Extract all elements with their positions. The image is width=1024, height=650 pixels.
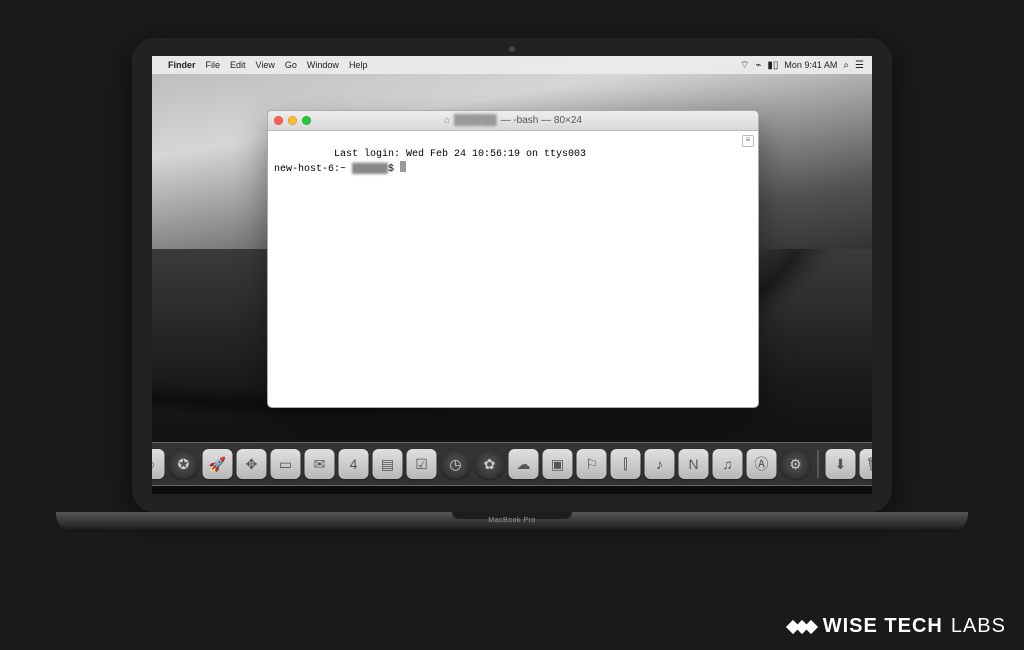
spotlight-icon[interactable]: ⌕ [843,60,849,71]
desktop[interactable]: Finder File Edit View Go Window Help ⌔ ⌁… [152,56,872,494]
dock-app-photos[interactable]: ✿ [475,449,505,479]
dock-app-finder[interactable]: ☺ [152,449,165,479]
terminal-prompt-suffix: $ [388,164,400,175]
watermark-brand-thin: LABS [951,615,1006,638]
terminal-title-user-blurred: ██████ [454,115,497,126]
dock-app-stocks[interactable]: ⫿ [611,449,641,479]
terminal-prompt-user-blurred: ██████ [352,164,388,175]
terminal-last-login: Last login: Wed Feb 24 10:56:19 on ttys0… [334,149,586,160]
battery-icon[interactable]: ▮▯ [767,60,778,71]
dock-app-music[interactable]: ♫ [713,449,743,479]
dock-app-mail[interactable]: ✉ [305,449,335,479]
terminal-titlebar[interactable]: ⌂ ██████ — -bash — 80×24 [268,111,758,131]
dock-app-messages[interactable]: ☁ [509,449,539,479]
window-traffic-lights [274,116,311,125]
macbook-label: MacBook Pro [488,517,536,524]
home-icon: ⌂ [444,115,450,126]
dock-app-appstore[interactable]: Ⓐ [747,449,777,479]
menubar-clock[interactable]: Mon 9:41 AM [784,60,837,70]
dock-app-preferences[interactable]: ⚙ [781,449,811,479]
menu-edit[interactable]: Edit [230,60,246,70]
laptop-base: MacBook Pro [56,512,968,532]
dock-app-clock[interactable]: ◷ [441,449,471,479]
dock-app-facetime[interactable]: ▣ [543,449,573,479]
dock-app-news[interactable]: N [679,449,709,479]
dock: ☺✪🚀✥▭✉4▤☑◷✿☁▣⚐⫿♪N♫Ⓐ⚙ ⬇🗑 [152,442,872,486]
dock-app-calendar[interactable]: 4 [339,449,369,479]
dock-app-contacts[interactable]: ▭ [271,449,301,479]
dock-app-notes[interactable]: ▤ [373,449,403,479]
wifi-icon[interactable]: ⌔ [740,59,749,72]
terminal-title: ⌂ ██████ — -bash — 80×24 [268,115,758,126]
terminal-window[interactable]: ⌂ ██████ — -bash — 80×24 ≡ Last login: We… [267,110,759,408]
window-minimize-button[interactable] [288,116,297,125]
menubar: Finder File Edit View Go Window Help ⌔ ⌁… [152,56,872,74]
bluetooth-icon[interactable]: ⌁ [755,60,761,71]
window-close-button[interactable] [274,116,283,125]
terminal-cursor [400,161,406,172]
scroll-indicator-icon: ≡ [742,135,754,147]
dock-app-compass[interactable]: ✥ [237,449,267,479]
screen-bezel: Finder File Edit View Go Window Help ⌔ ⌁… [132,38,892,512]
menu-file[interactable]: File [206,60,221,70]
watermark-logo-icon [789,622,815,632]
dock-app-launchpad[interactable]: 🚀 [203,449,233,479]
menu-go[interactable]: Go [285,60,297,70]
menu-window[interactable]: Window [307,60,339,70]
terminal-title-suffix: — -bash — 80×24 [501,115,582,126]
laptop-frame: Finder File Edit View Go Window Help ⌔ ⌁… [132,38,892,558]
terminal-prompt-host: new-host-6:~ [274,164,352,175]
dock-separator [818,450,819,478]
dock-app-trash[interactable]: 🗑 [860,449,873,479]
camera-dot [509,46,515,52]
menu-help[interactable]: Help [349,60,368,70]
dock-app-downloads[interactable]: ⬇ [826,449,856,479]
menu-view[interactable]: View [256,60,275,70]
dock-app-podcasts[interactable]: ♪ [645,449,675,479]
terminal-body[interactable]: ≡ Last login: Wed Feb 24 10:56:19 on ttys… [268,131,758,407]
watermark-brand-bold: WISE TECH [823,615,943,638]
control-center-icon[interactable]: ☰ [855,60,864,71]
menubar-app-name[interactable]: Finder [168,60,196,70]
watermark: WISE TECH LABS [789,615,1006,638]
dock-app-maps[interactable]: ⚐ [577,449,607,479]
dock-app-safari[interactable]: ✪ [169,449,199,479]
dock-app-reminders[interactable]: ☑ [407,449,437,479]
window-zoom-button[interactable] [302,116,311,125]
